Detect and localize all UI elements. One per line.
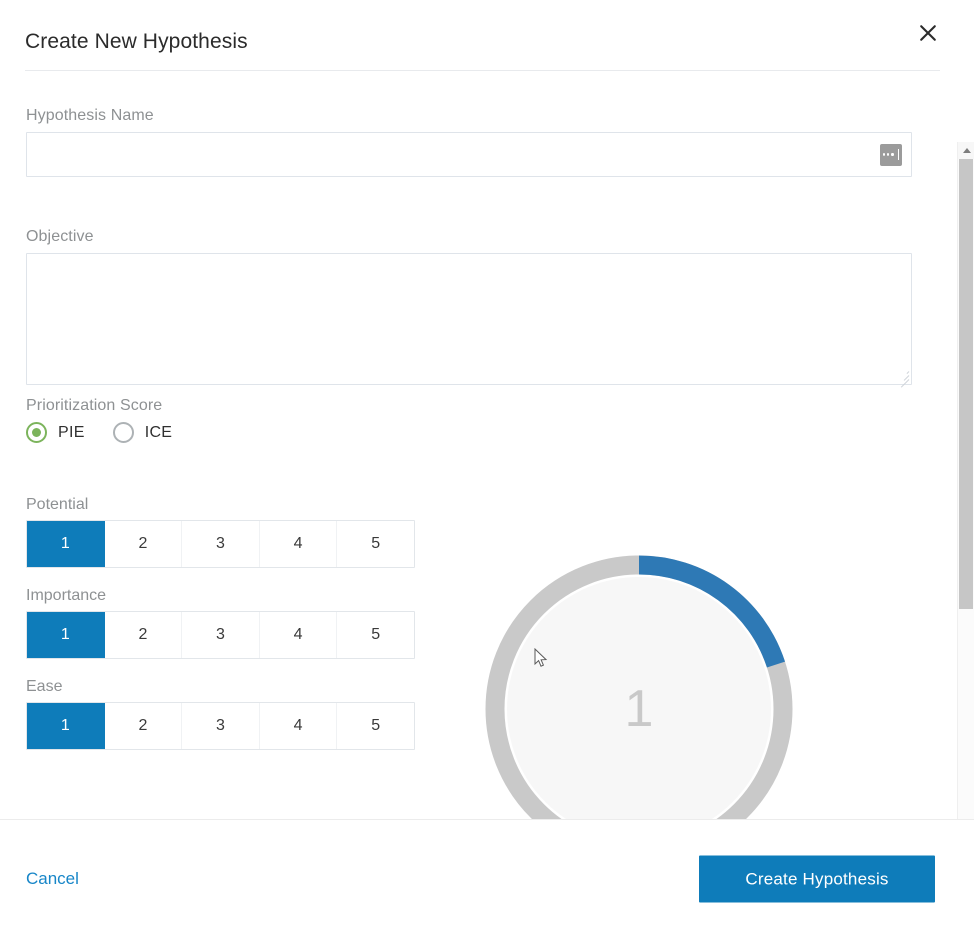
hypothesis-name-input-wrap [26, 132, 912, 177]
score-group-potential: Potential 1 2 3 4 5 [26, 496, 415, 568]
create-hypothesis-dialog: Create New Hypothesis Hypothesis Name Ob… [0, 0, 974, 939]
prioritization-score-group: Prioritization Score PIE ICE [26, 397, 200, 443]
cancel-button[interactable]: Cancel [26, 869, 79, 889]
score-group-importance: Importance 1 2 3 4 5 [26, 587, 415, 659]
radio-unselected-icon [112, 422, 134, 443]
scroll-up-icon[interactable] [958, 142, 974, 159]
dialog-header: Create New Hypothesis [0, 0, 974, 71]
objective-group: Objective [26, 228, 912, 388]
score-segment-potential-4[interactable]: 4 [259, 521, 338, 567]
score-label-importance: Importance [26, 587, 107, 604]
score-group-ease: Ease 1 2 3 4 5 [26, 678, 415, 750]
create-hypothesis-button[interactable]: Create Hypothesis [699, 855, 935, 903]
prioritization-radio-row: PIE ICE [26, 422, 200, 443]
dialog-title: Create New Hypothesis [25, 30, 248, 53]
hypothesis-name-input[interactable] [27, 133, 911, 176]
radio-option-ice[interactable]: ICE [112, 422, 173, 443]
ellipsis-icon[interactable] [880, 143, 902, 166]
score-segmented-importance: 1 2 3 4 5 [26, 611, 415, 659]
footer-divider [0, 819, 974, 820]
hypothesis-name-group: Hypothesis Name [26, 107, 912, 177]
objective-label: Objective [26, 228, 94, 245]
score-segment-importance-3[interactable]: 3 [182, 612, 260, 658]
score-segment-ease-2[interactable]: 2 [104, 703, 183, 749]
score-segment-importance-5[interactable]: 5 [337, 612, 414, 658]
scrollbar-thumb[interactable] [959, 159, 973, 609]
hypothesis-name-label: Hypothesis Name [26, 107, 154, 124]
score-segment-importance-4[interactable]: 4 [259, 612, 338, 658]
score-segment-potential-3[interactable]: 3 [182, 521, 260, 567]
score-segment-potential-2[interactable]: 2 [104, 521, 183, 567]
score-segment-ease-1[interactable]: 1 [27, 703, 105, 749]
score-segment-importance-2[interactable]: 2 [104, 612, 183, 658]
score-label-ease: Ease [26, 678, 63, 695]
radio-label-pie: PIE [58, 423, 85, 441]
prioritization-score-label: Prioritization Score [26, 397, 163, 414]
score-segment-ease-4[interactable]: 4 [259, 703, 338, 749]
score-segment-potential-5[interactable]: 5 [337, 521, 414, 567]
score-segment-ease-5[interactable]: 5 [337, 703, 414, 749]
vertical-scrollbar[interactable] [957, 142, 974, 819]
objective-textarea[interactable] [27, 254, 911, 384]
score-segment-importance-1[interactable]: 1 [27, 612, 105, 658]
radio-selected-icon [26, 422, 47, 443]
scrollbar-track[interactable] [958, 159, 974, 819]
dialog-body-scroll-area: Hypothesis Name Objective Prioritization… [0, 71, 974, 819]
score-donut-gauge: 1 [479, 549, 799, 819]
dialog-body: Hypothesis Name Objective Prioritization… [0, 71, 946, 819]
objective-textarea-wrap [26, 253, 912, 388]
score-segment-potential-1[interactable]: 1 [27, 521, 105, 567]
gauge-value-text: 1 [624, 680, 654, 738]
score-label-potential: Potential [26, 496, 89, 513]
close-icon[interactable] [914, 19, 942, 47]
dialog-footer: Cancel Create Hypothesis [0, 819, 974, 939]
score-segment-ease-3[interactable]: 3 [182, 703, 260, 749]
score-segmented-ease: 1 2 3 4 5 [26, 702, 415, 750]
score-segmented-potential: 1 2 3 4 5 [26, 520, 415, 568]
radio-label-ice: ICE [144, 423, 173, 441]
radio-option-pie[interactable]: PIE [26, 422, 85, 443]
